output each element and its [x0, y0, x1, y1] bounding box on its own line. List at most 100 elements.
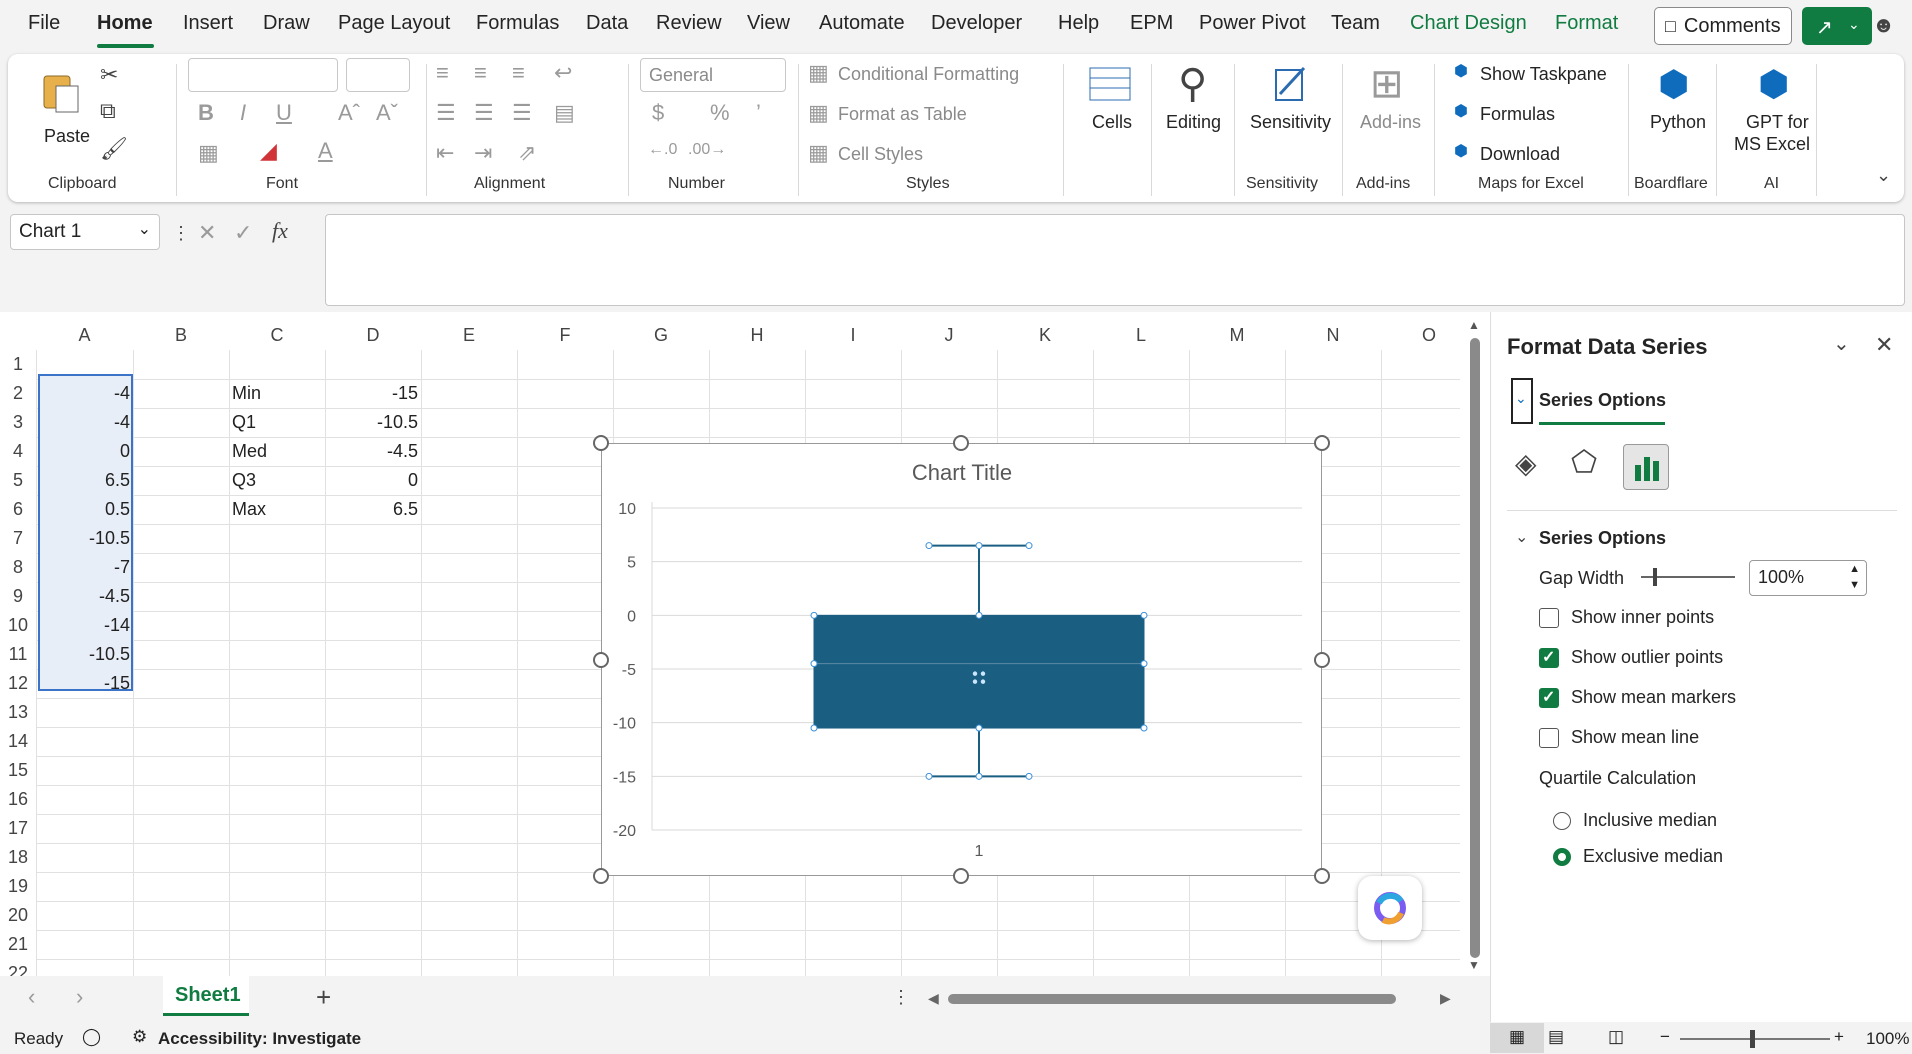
cell-a9[interactable]: -4.5 — [38, 582, 130, 610]
cell-a11[interactable]: -10.5 — [38, 640, 130, 668]
sensitivity-button[interactable]: Sensitivity — [1242, 60, 1342, 170]
more-options-icon[interactable]: ⋮ — [892, 988, 910, 1006]
row-header-4[interactable]: 4 — [0, 437, 36, 465]
underline-icon[interactable]: U — [276, 102, 292, 124]
cell-a4[interactable]: 0 — [38, 437, 130, 465]
cell-a8[interactable]: -7 — [38, 553, 130, 581]
cell-a7[interactable]: -10.5 — [38, 524, 130, 552]
zoom-level[interactable]: 100% — [1866, 1029, 1909, 1049]
conditional-formatting-icon[interactable]: ▦ — [808, 62, 829, 84]
column-header-f[interactable]: F — [517, 320, 613, 350]
python-button[interactable]: ⬢ Python — [1634, 60, 1716, 170]
italic-icon[interactable]: I — [240, 102, 246, 124]
series-options-tab[interactable]: Series Options — [1539, 390, 1666, 411]
page-break-view-icon[interactable]: ◫ — [1608, 1027, 1624, 1047]
scroll-left-icon[interactable]: ◀ — [928, 990, 939, 1007]
cell-a3[interactable]: -4 — [38, 408, 130, 436]
comments-button[interactable]: □ Comments — [1654, 7, 1792, 45]
increase-font-icon[interactable]: Aˆ — [338, 102, 360, 124]
row-header-3[interactable]: 3 — [0, 408, 36, 436]
spin-up-icon[interactable]: ▲ — [1849, 563, 1860, 575]
row-header-5[interactable]: 5 — [0, 466, 36, 494]
decrease-font-icon[interactable]: Aˇ — [376, 102, 398, 124]
accessibility-icon[interactable]: ⚙ — [132, 1027, 147, 1047]
scroll-right-icon[interactable]: ▶ — [1440, 990, 1451, 1007]
paste-button[interactable]: Paste — [32, 64, 92, 164]
row-header-21[interactable]: 21 — [0, 930, 36, 958]
column-header-m[interactable]: M — [1189, 320, 1285, 350]
cell-d6[interactable]: 6.5 — [326, 495, 418, 523]
cell-d3[interactable]: -10.5 — [326, 408, 418, 436]
copy-icon[interactable]: ⧉ — [100, 100, 116, 122]
spin-down-icon[interactable]: ▼ — [1849, 579, 1860, 591]
align-left-icon[interactable]: ☰ — [436, 102, 456, 124]
cell-c3[interactable]: Q1 — [232, 408, 256, 436]
borders-icon[interactable]: ▦ — [198, 142, 219, 164]
tab-epm[interactable]: EPM — [1130, 12, 1173, 35]
close-icon[interactable]: ✕ — [1875, 334, 1893, 356]
number-format-combo[interactable]: General — [640, 58, 786, 92]
column-header-d[interactable]: D — [325, 320, 421, 350]
macro-recording-icon[interactable]: ◯ — [82, 1027, 101, 1047]
gap-width-thumb[interactable] — [1653, 568, 1657, 586]
cell-d4[interactable]: -4.5 — [326, 437, 418, 465]
checkbox-label[interactable]: Show mean line — [1571, 727, 1699, 748]
checkbox-label[interactable]: Show outlier points — [1571, 647, 1723, 668]
gap-width-input[interactable]: 100% ▲ ▼ — [1749, 560, 1867, 596]
row-header-11[interactable]: 11 — [0, 640, 36, 668]
zoom-slider[interactable] — [1680, 1038, 1830, 1040]
align-top-icon[interactable]: ≡ — [436, 62, 449, 84]
next-sheet-icon[interactable]: › — [76, 986, 83, 1008]
show-taskpane-button[interactable]: Show Taskpane — [1480, 64, 1607, 85]
tab-home[interactable]: Home — [97, 12, 153, 35]
chevron-down-icon[interactable]: ⌄ — [1515, 530, 1528, 546]
cell-c2[interactable]: Min — [232, 379, 261, 407]
section-series-options[interactable]: Series Options — [1539, 528, 1666, 549]
align-middle-icon[interactable]: ≡ — [474, 62, 487, 84]
pane-options-icon[interactable]: ⌄ — [1833, 334, 1850, 354]
column-header-n[interactable]: N — [1285, 320, 1381, 350]
tab-automate[interactable]: Automate — [819, 12, 905, 35]
cell-a2[interactable]: -4 — [38, 379, 130, 407]
increase-indent-icon[interactable]: ⇥ — [474, 142, 492, 164]
merge-center-icon[interactable]: ▤ — [554, 102, 575, 124]
column-header-k[interactable]: K — [997, 320, 1093, 350]
row-header-18[interactable]: 18 — [0, 843, 36, 871]
cell-a12[interactable]: -15 — [38, 669, 130, 697]
radio-label[interactable]: Inclusive median — [1583, 810, 1717, 831]
download-dropdown[interactable]: Download — [1480, 144, 1560, 165]
checkbox-show-mean-line[interactable] — [1539, 728, 1559, 748]
checkbox-show-mean-markers[interactable]: ✓ — [1539, 688, 1559, 708]
font-color-icon[interactable]: A — [318, 140, 333, 162]
row-header-22[interactable]: 22 — [0, 959, 36, 976]
wrap-text-icon[interactable]: ↩ — [554, 62, 572, 84]
column-header-i[interactable]: I — [805, 320, 901, 350]
prev-sheet-icon[interactable]: ‹ — [28, 986, 35, 1008]
tab-file[interactable]: File — [28, 12, 60, 35]
row-header-13[interactable]: 13 — [0, 698, 36, 726]
zoom-out-icon[interactable]: − — [1660, 1027, 1670, 1047]
collapse-ribbon-icon[interactable]: ⌄ — [1876, 166, 1891, 184]
chart-box-whisker[interactable]: Chart Title 10 5 0 -5 -10 -15 -20 1 — [601, 443, 1322, 876]
resize-handle[interactable] — [593, 652, 609, 668]
series-options-icon-button[interactable] — [1623, 444, 1669, 490]
tab-help[interactable]: Help — [1058, 12, 1099, 35]
cell-c4[interactable]: Med — [232, 437, 267, 465]
zoom-thumb[interactable] — [1750, 1030, 1755, 1048]
row-header-2[interactable]: 2 — [0, 379, 36, 407]
accessibility-status[interactable]: Accessibility: Investigate — [158, 1029, 361, 1049]
radio-exclusive-median[interactable] — [1553, 848, 1571, 866]
copilot-button[interactable] — [1358, 876, 1422, 940]
cut-icon[interactable]: ✂ — [100, 64, 118, 86]
tab-draw[interactable]: Draw — [263, 12, 310, 35]
add-sheet-icon[interactable]: + — [316, 984, 331, 1010]
row-header-16[interactable]: 16 — [0, 785, 36, 813]
column-header-e[interactable]: E — [421, 320, 517, 350]
cells-button[interactable]: Cells — [1076, 60, 1146, 170]
tab-power-pivot[interactable]: Power Pivot — [1199, 12, 1306, 35]
tab-developer[interactable]: Developer — [931, 12, 1022, 35]
cell-a6[interactable]: 0.5 — [38, 495, 130, 523]
editing-button[interactable]: ⚲ Editing — [1158, 60, 1238, 170]
zoom-in-icon[interactable]: + — [1834, 1027, 1844, 1047]
row-header-12[interactable]: 12 — [0, 669, 36, 697]
